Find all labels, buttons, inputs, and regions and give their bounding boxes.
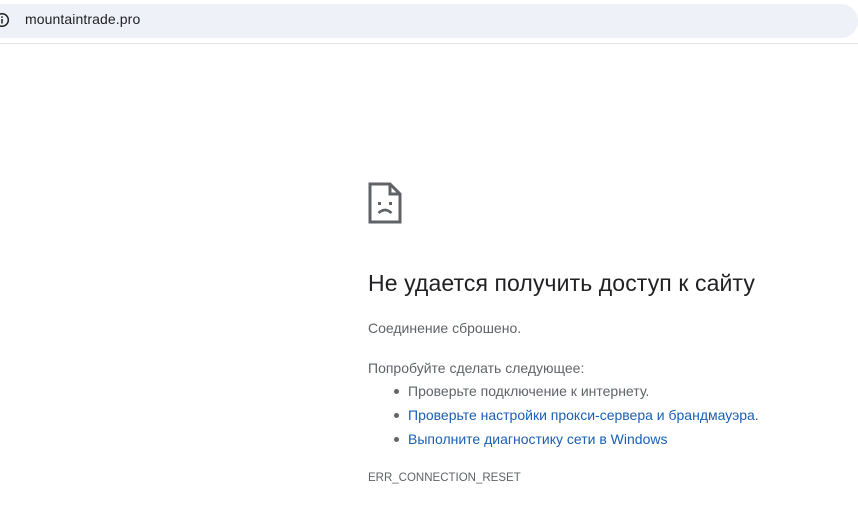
suggestions-heading: Попробуйте сделать следующее: — [368, 360, 585, 376]
suggestions-list: Проверьте подключение к интернету. Прове… — [368, 382, 759, 454]
sad-page-icon — [368, 182, 402, 224]
error-code: ERR_CONNECTION_RESET — [368, 472, 521, 484]
address-bar: mountaintrade.pro — [0, 0, 858, 44]
suggestion-proxy-firewall-link[interactable]: Проверьте настройки прокси-сервера и бра… — [368, 406, 759, 430]
suggestion-check-connection: Проверьте подключение к интернету. — [368, 382, 759, 406]
error-subtitle: Соединение сброшено. — [368, 320, 522, 336]
suggestion-network-diagnostics-link[interactable]: Выполните диагностику сети в Windows — [368, 430, 759, 454]
url-text[interactable]: mountaintrade.pro — [25, 11, 140, 27]
error-title: Не удается получить доступ к сайту — [368, 270, 755, 296]
info-circle-icon[interactable] — [0, 12, 10, 28]
